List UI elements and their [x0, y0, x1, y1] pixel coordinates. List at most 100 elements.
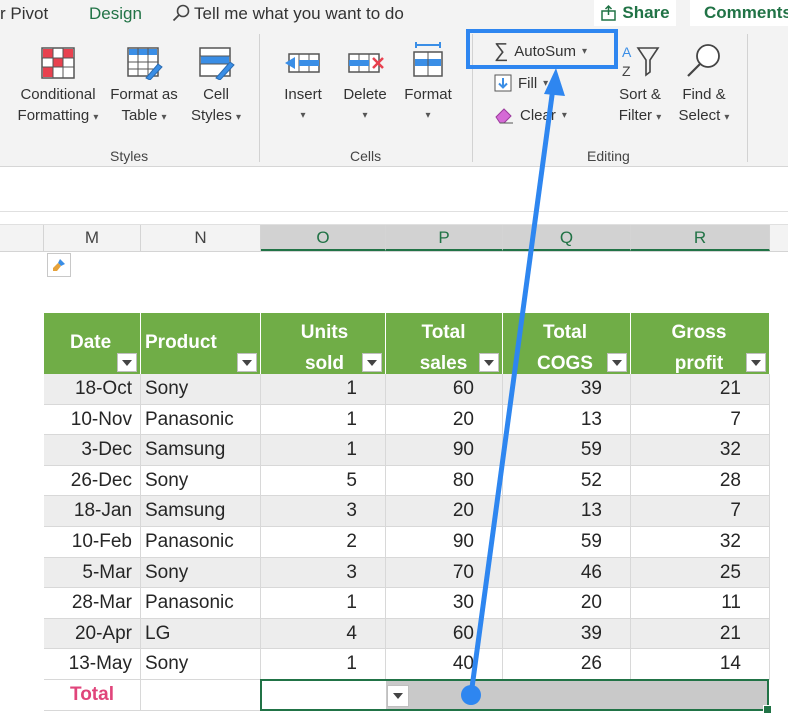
date-cell[interactable]: 18-Jan: [44, 496, 141, 527]
date-cell[interactable]: 13-May: [44, 649, 141, 680]
column-header-n[interactable]: N: [141, 225, 261, 251]
units-cell[interactable]: 4: [261, 618, 386, 650]
date-cell[interactable]: 20-Apr: [44, 618, 141, 650]
date-cell[interactable]: 26-Dec: [44, 465, 141, 497]
header-date[interactable]: Date: [44, 313, 141, 374]
sort-filter-button[interactable]: A Z Sort & Filter ▾: [612, 42, 668, 128]
date-cell[interactable]: 28-Mar: [44, 588, 141, 619]
header-total-cogs[interactable]: Total COGS: [503, 313, 631, 374]
delete-button[interactable]: Delete ▾: [338, 46, 392, 126]
column-header-q[interactable]: Q: [503, 225, 631, 251]
units-cell[interactable]: 3: [261, 557, 386, 589]
date-cell[interactable]: 10-Feb: [44, 527, 141, 558]
column-header-p[interactable]: P: [386, 225, 503, 251]
sales-cell[interactable]: 40: [386, 649, 503, 680]
filter-dropdown-icon[interactable]: [479, 353, 499, 372]
share-button[interactable]: Share: [594, 0, 676, 26]
sales-cell[interactable]: 90: [386, 527, 503, 558]
sales-cell[interactable]: 70: [386, 557, 503, 589]
tell-me-search[interactable]: Tell me what you want to do: [172, 4, 404, 24]
column-header-r[interactable]: R: [631, 225, 770, 251]
header-total-sales[interactable]: Total sales: [386, 313, 503, 374]
sales-cell[interactable]: 60: [386, 374, 503, 405]
total-label[interactable]: Total: [44, 680, 141, 711]
column-header-m[interactable]: M: [44, 225, 141, 251]
units-cell[interactable]: 1: [261, 404, 386, 436]
cogs-cell[interactable]: 13: [503, 496, 631, 527]
cogs-cell[interactable]: 39: [503, 374, 631, 405]
header-units-sold[interactable]: Units sold: [261, 313, 386, 374]
units-cell[interactable]: 1: [261, 435, 386, 466]
tab-pivot[interactable]: r Pivot: [0, 4, 48, 24]
fill-handle[interactable]: [763, 705, 772, 714]
cogs-cell[interactable]: 59: [503, 527, 631, 558]
cogs-cell[interactable]: 20: [503, 588, 631, 619]
tab-design[interactable]: Design: [89, 4, 142, 24]
find-select-button[interactable]: Find & Select ▾: [674, 42, 734, 128]
clear-button[interactable]: Clear ▾: [494, 106, 567, 124]
profit-cell[interactable]: 21: [631, 374, 770, 405]
product-cell[interactable]: Panasonic: [141, 588, 261, 619]
total-product-cell[interactable]: [141, 680, 261, 711]
sales-cell[interactable]: 30: [386, 588, 503, 619]
product-cell[interactable]: LG: [141, 618, 261, 650]
product-cell[interactable]: Panasonic: [141, 527, 261, 558]
profit-cell[interactable]: 14: [631, 649, 770, 680]
date-cell[interactable]: 10-Nov: [44, 404, 141, 436]
profit-cell[interactable]: 25: [631, 557, 770, 589]
product-cell[interactable]: Sony: [141, 374, 261, 405]
comments-button[interactable]: Comments: [690, 0, 788, 26]
filter-dropdown-icon[interactable]: [746, 353, 766, 372]
fill-button[interactable]: Fill ▾: [494, 74, 548, 92]
column-header-edge[interactable]: [0, 225, 44, 251]
product-cell[interactable]: Panasonic: [141, 404, 261, 436]
filter-dropdown-icon[interactable]: [362, 353, 382, 372]
filter-dropdown-icon[interactable]: [117, 353, 137, 372]
sales-cell[interactable]: 20: [386, 404, 503, 436]
filter-dropdown-icon[interactable]: [607, 353, 627, 372]
cogs-cell[interactable]: 52: [503, 465, 631, 497]
total-dropdown-button[interactable]: [387, 685, 409, 707]
sales-cell[interactable]: 90: [386, 435, 503, 466]
units-cell[interactable]: 1: [261, 374, 386, 405]
date-cell[interactable]: 18-Oct: [44, 374, 141, 405]
conditional-formatting-button[interactable]: Conditional Formatting ▾: [14, 46, 102, 128]
insert-button[interactable]: Insert ▾: [276, 46, 330, 126]
format-button[interactable]: Format ▾: [400, 42, 456, 126]
profit-cell[interactable]: 32: [631, 527, 770, 558]
profit-cell[interactable]: 7: [631, 404, 770, 436]
date-cell[interactable]: 3-Dec: [44, 435, 141, 466]
units-cell[interactable]: 5: [261, 465, 386, 497]
units-cell[interactable]: 3: [261, 496, 386, 527]
cogs-cell[interactable]: 13: [503, 404, 631, 436]
formula-bar[interactable]: [0, 167, 788, 212]
profit-cell[interactable]: 28: [631, 465, 770, 497]
product-cell[interactable]: Samsung: [141, 496, 261, 527]
profit-cell[interactable]: 11: [631, 588, 770, 619]
cogs-cell[interactable]: 39: [503, 618, 631, 650]
date-cell[interactable]: 5-Mar: [44, 557, 141, 589]
units-cell[interactable]: 1: [261, 588, 386, 619]
profit-cell[interactable]: 21: [631, 618, 770, 650]
total-row-selection[interactable]: [260, 679, 769, 711]
header-gross-profit[interactable]: Gross profit: [631, 313, 770, 374]
profit-cell[interactable]: 7: [631, 496, 770, 527]
profit-cell[interactable]: 32: [631, 435, 770, 466]
product-cell[interactable]: Sony: [141, 557, 261, 589]
product-cell[interactable]: Sony: [141, 649, 261, 680]
cogs-cell[interactable]: 59: [503, 435, 631, 466]
cogs-cell[interactable]: 26: [503, 649, 631, 680]
format-as-table-button[interactable]: Format as Table ▾: [104, 46, 184, 128]
filter-dropdown-icon[interactable]: [237, 353, 257, 372]
units-cell[interactable]: 2: [261, 527, 386, 558]
product-cell[interactable]: Samsung: [141, 435, 261, 466]
units-cell[interactable]: 1: [261, 649, 386, 680]
quick-analysis-button[interactable]: [47, 253, 71, 277]
cell-styles-button[interactable]: Cell Styles ▾: [186, 46, 246, 128]
sales-cell[interactable]: 80: [386, 465, 503, 497]
sales-cell[interactable]: 20: [386, 496, 503, 527]
header-product[interactable]: Product: [141, 313, 261, 374]
sales-cell[interactable]: 60: [386, 618, 503, 650]
product-cell[interactable]: Sony: [141, 465, 261, 497]
column-header-o[interactable]: O: [261, 225, 386, 251]
